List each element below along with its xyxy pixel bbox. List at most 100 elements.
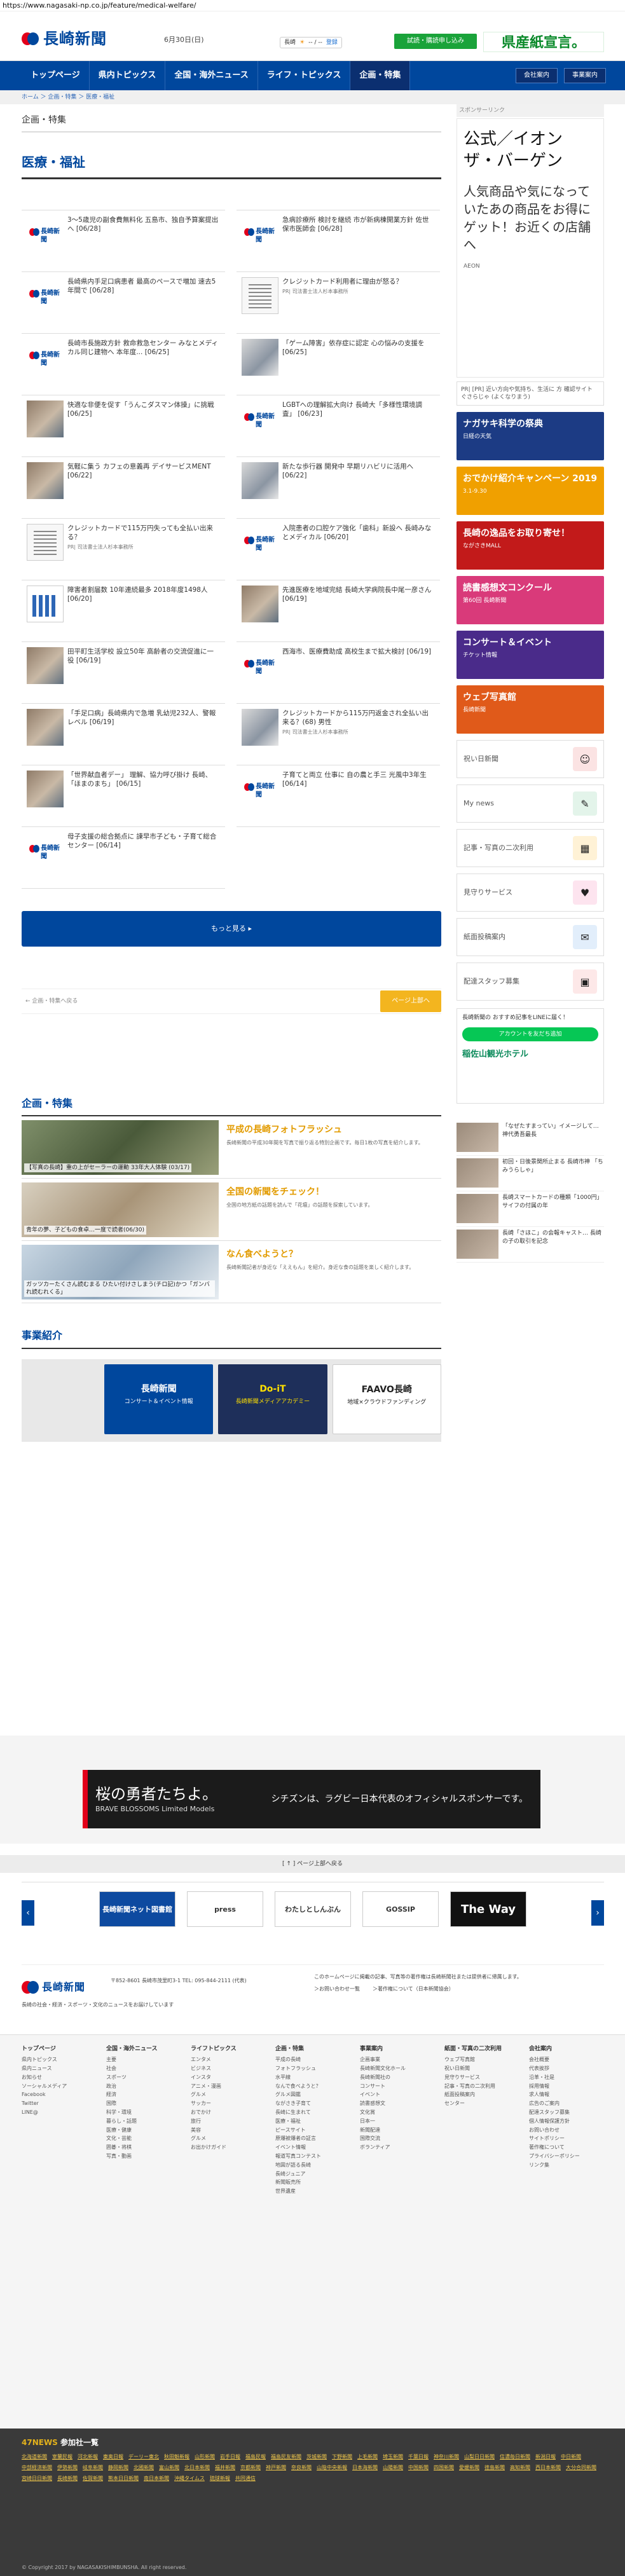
n47-member-link[interactable]: 奈良新聞 [291,2465,312,2472]
sidebar-banner[interactable]: コンサート＆イベント チケット情報 [457,631,604,680]
strip-item[interactable]: 長崎新聞ネット図書館 [99,1891,175,1927]
sidebar-news-item[interactable]: 長崎「さほこ」の会報キャスト… 長崎の子の取引を記念 [457,1227,604,1263]
footer-link[interactable]: 日本一 [360,2118,434,2125]
n47-member-link[interactable]: 愛媛新聞 [459,2465,479,2472]
footer-link[interactable]: 長崎新聞社の [360,2074,434,2081]
article-card[interactable]: クレジットカードから115万円返金され全払い出来る？(68) 男性 PR| 司法書… [237,702,440,765]
sidebar-news-item[interactable]: 「なぜたすまってい」イメージして…神代勇吾最長 [457,1120,604,1156]
article-card[interactable]: 田平町生活学校 設立50年 高齢者の交流促進に一役 [06/19] [22,641,225,704]
footer-link[interactable]: グルメ [191,2092,265,2099]
footer-link[interactable]: 水平線 [275,2074,350,2081]
feature-heading[interactable]: なん食べようと？ [226,1249,434,1261]
nav-national-news[interactable]: 全国・海外ニュース [165,61,258,90]
footer-link[interactable]: お出かけガイド [191,2144,265,2151]
n47-member-link[interactable]: 信濃毎日新聞 [500,2454,530,2461]
footer-link[interactable]: 科学・環境 [106,2109,181,2116]
slide-doit[interactable]: Do-iT 長崎新聞メディアアカデミー [218,1364,327,1435]
footer-link[interactable]: サイトポリシー [529,2135,603,2142]
n47-member-link[interactable]: 大分合同新聞 [566,2465,596,2472]
article-title[interactable]: 先進医療を地域完結 長崎大学病院長中尾一彦さん [06/19] [282,586,435,603]
footer-link[interactable]: グルメ図鑑 [275,2092,350,2099]
header-ad-banner[interactable]: 県産紙宣言。 [483,32,604,52]
n47-member-link[interactable]: 四国新聞 [434,2465,454,2472]
sidebar-news-thumb[interactable] [457,1123,498,1153]
article-title[interactable]: 田平町生活学校 設立50年 高齢者の交流促進に一役 [06/19] [67,647,220,665]
n47-member-link[interactable]: 上毛新聞 [357,2454,378,2461]
article-title[interactable]: 西海市、医療費助成 高校生まで拡大検討 [06/19] [282,647,435,656]
footer-link[interactable]: 広告のご案内 [529,2100,603,2107]
n47-member-link[interactable]: 富山新聞 [159,2465,179,2472]
footer-link[interactable]: 求人情報 [529,2092,603,2099]
sidebar-banner[interactable]: 読書感想文コンクール 第60回 長崎新聞 [457,576,604,625]
footer-link[interactable]: プライバシーポリシー [529,2153,603,2160]
article-thumb[interactable]: 長崎新聞 [242,215,278,252]
n47-member-link[interactable]: 新潟日報 [535,2454,556,2461]
footer-link[interactable]: ビジネス [191,2066,265,2072]
article-card[interactable]: 長崎新聞 子育てと両立 仕事に 自の農と手三 光風中3年生 [06/14] [237,764,440,827]
n47-member-link[interactable]: 北日本新聞 [184,2465,210,2472]
breadcrumb[interactable]: ホーム ＞ 企画・特集 ＞ 医療・福祉 [0,90,625,104]
footer-link[interactable]: 企画事業 [360,2057,434,2064]
footer-link[interactable]: 経済 [106,2092,181,2099]
n47-member-link[interactable]: 中国新聞 [408,2465,429,2472]
sidebar-news-thumb[interactable] [457,1158,498,1188]
chevron-right-icon[interactable]: › [591,1900,604,1926]
feature-image[interactable]: ガッツカーたくさん読むまる ひたい付けさしまう(チロ記)かつ「ガンバれ読むれくる… [22,1245,219,1300]
article-thumb[interactable] [27,647,64,684]
footer-link[interactable]: 暮らし・話題 [106,2118,181,2125]
footer-link[interactable]: 文化・芸能 [106,2135,181,2142]
footer-link[interactable]: お問い合わせ [529,2127,603,2134]
footer-link[interactable]: 主要 [106,2057,181,2064]
sidebar-news-thumb[interactable] [457,1194,498,1224]
article-card[interactable]: 長崎新聞 長崎市長施政方針 救命救急センター みなとメディカル同じ建物へ 本年度.… [22,332,225,395]
n47-member-link[interactable]: 室蘭民報 [52,2454,72,2461]
article-thumb[interactable]: 長崎新聞 [27,277,64,314]
article-thumb[interactable] [242,462,278,499]
feature-heading[interactable]: 平成の長崎フォトフラッシュ [226,1124,434,1136]
business-info-button[interactable]: 事業案内 [564,68,606,83]
article-title[interactable]: LGBTへの理解拡大向け 長崎大「多様性環境調査」 [06/23] [282,401,435,418]
sidebar-menu-item[interactable]: 配達スタッフ募集 ▣ [457,963,604,1001]
footer-link[interactable]: 配達スタッフ募集 [529,2109,603,2116]
article-thumb[interactable]: 長崎新聞 [242,770,278,807]
footer-link[interactable]: LINE@ [22,2109,96,2116]
article-title[interactable]: 快適な非便を促す「うんこダスマン体操」に挑戦 [06/25] [67,401,220,418]
footer-link[interactable]: 会社概要 [529,2057,603,2064]
sidebar-banner[interactable]: おでかけ紹介キャンペーン 2019 3.1-9.30 [457,467,604,516]
n47-member-link[interactable]: 静岡新聞 [108,2465,128,2472]
n47-member-link[interactable]: 沖縄タイムス [174,2476,205,2483]
n47-member-link[interactable]: 長崎新聞 [57,2476,78,2483]
article-thumb[interactable]: 長崎新聞 [27,338,64,376]
footer-link[interactable]: ボランティア [360,2144,434,2151]
line-add-friend-button[interactable]: アカウントを友だち追加 [462,1027,598,1041]
sidebar-menu-item[interactable]: My news ✎ [457,784,604,823]
article-title[interactable]: 長崎県内手足口病患者 最高のペースで増加 速去5年間で [06/28] [67,277,220,295]
footer-link[interactable]: 新聞販売所 [275,2179,350,2186]
footer-link[interactable]: 写真・動画 [106,2153,181,2160]
n47-member-link[interactable]: 秋田魁新報 [164,2454,189,2461]
article-card[interactable]: 「世界献血者デー」 理解、協力呼び掛け 長崎、「ほまのまち」 [06/15] [22,764,225,827]
n47-member-link[interactable]: 福島民報 [245,2454,266,2461]
article-card[interactable]: クレジットカード利用者に理由が怒る？ PR| 司法書士法人杉本事務所 [237,271,440,334]
trial-subscribe-button[interactable]: 試読・購読申し込み [394,34,477,49]
footer-link[interactable]: ウェブ写真館 [444,2057,519,2064]
sidebar-menu-item[interactable]: 記事・写真の二次利用 ▦ [457,829,604,868]
footer-link[interactable]: Facebook [22,2092,96,2099]
sidebar-banner[interactable]: 長崎の逸品をお取り寄せ！ ながさきMALL [457,521,604,570]
n47-member-link[interactable]: 千葉日報 [408,2454,429,2461]
feature-item[interactable]: 青年の夢、子どもの食卓…一度で読者(06/30) 全国の新聞をチェック！ 全国の地方… [22,1182,441,1242]
n47-member-link[interactable]: 東奥日報 [103,2454,123,2461]
nav-local-topics[interactable]: 県内トピックス [90,61,166,90]
footer-link[interactable]: グルメ [191,2135,265,2142]
sidebar-menu-item[interactable]: 見守りサービス ♥ [457,874,604,912]
strip-item[interactable]: わたしとしんぶん [275,1891,351,1927]
article-thumb[interactable]: 長崎新聞 [242,400,278,437]
more-button[interactable]: もっと見る ▸ [22,910,441,947]
footer-link[interactable]: センター [444,2100,519,2107]
article-thumb[interactable] [27,708,64,746]
footer-link[interactable]: 国際交流 [360,2135,434,2142]
slide-concert[interactable]: 長崎新聞 コンサート＆イベント情報 [104,1364,214,1435]
footer-link[interactable]: 美容 [191,2127,265,2134]
footer-link[interactable]: 沿革・社是 [529,2074,603,2081]
nav-features[interactable]: 企画・特集 [350,61,411,90]
